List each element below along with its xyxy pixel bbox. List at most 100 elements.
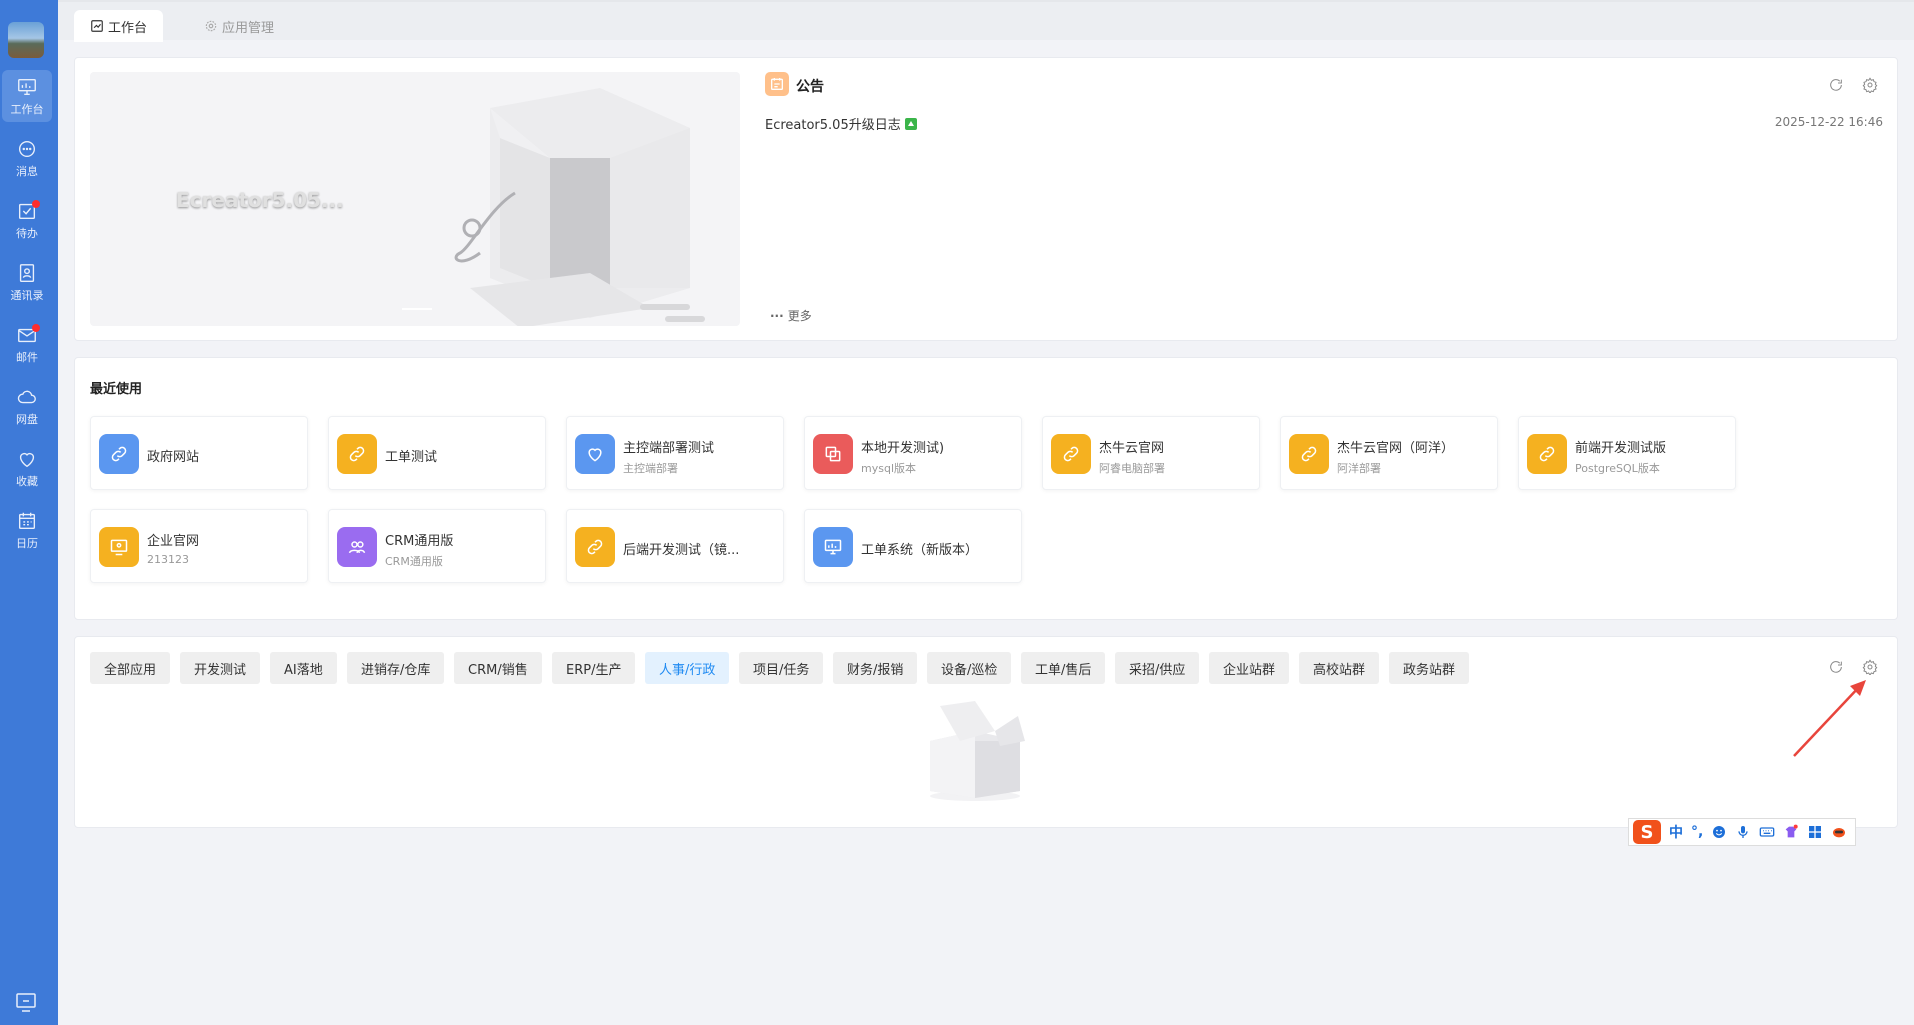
app-name: 工单系统（新版本） [861,543,979,558]
recent-app-tile[interactable]: CRM通用版 CRM通用版 [328,509,546,583]
recent-app-tile[interactable]: 政府网站 [90,416,308,490]
app-subtitle: 213123 [147,553,189,566]
tab-label: 应用管理 [222,20,275,36]
sidebar-item-label: 网盘 [16,412,38,426]
more-label: 更多 [787,309,812,323]
more-dots-icon: ··· [770,309,784,323]
ime-mode[interactable]: 中 [1669,822,1683,842]
ime-punct[interactable]: °, [1691,824,1703,840]
announcement-date: 2025-12-22 16:46 [1774,115,1883,129]
carousel-indicator[interactable] [402,308,432,310]
app-name: 杰牛云官网 [1099,441,1165,456]
category-tab[interactable]: 企业站群 [1209,652,1290,684]
calendar-icon [18,512,36,529]
tab-app-management[interactable]: 应用管理 [188,10,290,42]
users-icon [348,541,366,554]
dashboard-icon [18,78,36,95]
sidebar-item-label: 收藏 [16,474,38,488]
sidebar-item-label: 日历 [16,536,38,550]
recent-app-tile[interactable]: 后端开发测试（镜... [566,509,784,583]
skin-icon[interactable] [1783,824,1799,840]
announcement-title: 公告 [796,79,824,95]
recent-app-tile[interactable]: 杰牛云官网（阿洋） 阿洋部署 [1280,416,1498,490]
app-subtitle: PostgreSQL版本 [1575,462,1660,475]
notification-dot [32,200,40,208]
category-tab[interactable]: 项目/任务 [739,652,824,684]
monitor-icon [110,539,128,556]
announcement-item[interactable]: Ecreator5.05升级日志 [765,114,917,133]
sidebar-item-workbench[interactable]: 工作台 [2,70,52,122]
category-tab[interactable]: 全部应用 [90,652,171,684]
category-tab[interactable]: 采招/供应 [1115,652,1200,684]
sidebar: 工作台 消息 待办 通讯录 邮件 网盘 收藏 日历 [0,0,58,1025]
recent-app-tile[interactable]: 企业官网 213123 [90,509,308,583]
settings-icon[interactable] [1862,77,1878,94]
message-icon [18,140,36,157]
recent-app-tile[interactable]: 本地开发测试) mysql版本 [804,416,1022,490]
app-icon [575,434,615,474]
tab-label: 工作台 [108,20,148,36]
sidebar-item-todo[interactable]: 待办 [2,194,52,246]
sidebar-item-contacts[interactable]: 通讯录 [2,256,52,308]
category-tab[interactable]: 人事/行政 [645,652,730,684]
link-icon [1539,446,1555,462]
app-name: 本地开发测试) [861,441,945,456]
app-name: 企业官网 [147,534,200,549]
emoji-icon[interactable] [1711,824,1727,840]
category-tab[interactable]: 设备/巡检 [927,652,1012,684]
category-tab[interactable]: 工单/售后 [1021,652,1106,684]
announcement-icon [765,72,789,96]
app-icon [1051,434,1091,474]
sidebar-item-messages[interactable]: 消息 [2,132,52,184]
recent-app-tile[interactable]: 前端开发测试版 PostgreSQL版本 [1518,416,1736,490]
app-name: 主控端部署测试 [623,441,715,456]
recent-app-tile[interactable]: 工单测试 [328,416,546,490]
microphone-icon[interactable] [1735,824,1751,840]
category-tab[interactable]: ERP/生产 [552,652,636,684]
category-tab[interactable]: 开发测试 [180,652,261,684]
keyboard-icon[interactable] [1759,824,1775,840]
category-tab[interactable]: 财务/报销 [833,652,918,684]
toolbox-icon[interactable] [1807,824,1823,840]
category-tab[interactable]: 高校站群 [1299,652,1380,684]
app-subtitle: 阿睿电脑部署 [1099,462,1165,475]
refresh-icon[interactable] [1828,77,1844,93]
recent-section-title: 最近使用 [90,382,143,397]
sidebar-item-calendar[interactable]: 日历 [2,504,52,556]
app-subtitle: 阿洋部署 [1337,462,1381,475]
copy-icon [825,446,841,462]
sidebar-item-favorites[interactable]: 收藏 [2,442,52,494]
cloud-icon [17,390,36,403]
category-tab[interactable]: 政务站群 [1389,652,1470,684]
recent-app-tile[interactable]: 杰牛云官网阿睿电脑部署 [1042,416,1260,490]
app-name: 工单测试 [385,450,438,465]
recent-app-tile[interactable]: 工单系统（新版本） [804,509,1022,583]
tab-workbench[interactable]: 工作台 [74,10,164,42]
settings-icon[interactable] [1862,659,1878,676]
category-tab[interactable]: CRM/销售 [454,652,542,684]
sogou-logo-icon: S [1633,820,1661,844]
link-icon [1063,446,1079,462]
banner-carousel[interactable]: Ecreator5.05... [90,72,740,326]
app-name: 后端开发测试（镜... [623,543,740,558]
banner-title: Ecreator5.05... [176,188,344,212]
app-icon [1527,434,1567,474]
ime-toolbar[interactable]: S 中 °, [1628,818,1856,846]
refresh-icon[interactable] [1828,659,1844,675]
sidebar-item-label: 通讯录 [10,288,44,302]
chart-icon [91,20,103,32]
app-name: 前端开发测试版 [1575,441,1667,456]
category-tab[interactable]: 进销存/仓库 [347,652,445,684]
recent-app-tile[interactable]: 主控端部署测试 主控端部署 [566,416,784,490]
sidebar-item-label: 消息 [16,164,38,178]
sidebar-item-mail[interactable]: 邮件 [2,318,52,370]
more-link[interactable]: ··· 更多 [770,307,812,324]
mascot-icon[interactable] [1831,824,1847,840]
app-name: CRM通用版 [385,534,454,549]
app-subtitle: 主控端部署 [623,462,678,475]
sidebar-item-label: 工作台 [10,102,44,116]
sidebar-item-cloud-drive[interactable]: 网盘 [2,380,52,432]
feedback-icon[interactable] [14,990,38,1014]
category-tab[interactable]: AI落地 [270,652,337,684]
avatar[interactable] [8,22,44,58]
